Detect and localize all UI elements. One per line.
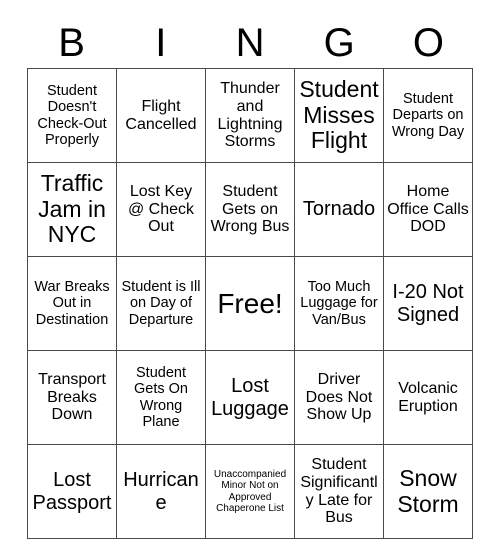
header-letter-n: N <box>235 21 265 65</box>
bingo-cell[interactable]: Student Gets on Wrong Bus <box>205 162 295 257</box>
bingo-cell[interactable]: Flight Cancelled <box>116 68 206 163</box>
bingo-cell[interactable]: Lost Luggage <box>205 350 295 445</box>
bingo-cell[interactable]: Thunder and Lightning Storms <box>205 68 295 163</box>
bingo-cell[interactable]: I-20 Not Signed <box>383 256 473 351</box>
bingo-cell[interactable]: Student Significantly Late for Bus <box>294 444 384 539</box>
bingo-row: Lost Passport Hurricane Unaccompanied Mi… <box>27 444 473 539</box>
bingo-cell[interactable]: Too Much Luggage for Van/Bus <box>294 256 384 351</box>
bingo-card: B I N G O Student Doesn't Check-Out Prop… <box>0 0 500 544</box>
bingo-cell[interactable]: Student Gets On Wrong Plane <box>116 350 206 445</box>
bingo-cell[interactable]: Hurricane <box>116 444 206 539</box>
bingo-cell[interactable]: Student is Ill on Day of Departure <box>116 256 206 351</box>
bingo-cell[interactable]: Unaccompanied Minor Not on Approved Chap… <box>205 444 295 539</box>
bingo-cell[interactable]: Lost Key @ Check Out <box>116 162 206 257</box>
bingo-cell[interactable]: Student Doesn't Check-Out Properly <box>27 68 117 163</box>
header-letter-b: B <box>58 21 85 65</box>
bingo-cell[interactable]: Driver Does Not Show Up <box>294 350 384 445</box>
bingo-row: War Breaks Out in Destination Student is… <box>27 256 473 351</box>
bingo-row: Student Doesn't Check-Out Properly Fligh… <box>27 68 473 163</box>
bingo-row: Traffic Jam in NYC Lost Key @ Check Out … <box>27 162 473 257</box>
header-letter-g: G <box>323 21 355 65</box>
bingo-header-row: B I N G O <box>27 18 473 68</box>
bingo-cell[interactable]: Snow Storm <box>383 444 473 539</box>
bingo-cell[interactable]: Transport Breaks Down <box>27 350 117 445</box>
header-letter-i: I <box>155 21 167 65</box>
bingo-cell[interactable]: Volcanic Eruption <box>383 350 473 445</box>
header-letter-o: O <box>412 21 444 65</box>
bingo-row: Transport Breaks Down Student Gets On Wr… <box>27 350 473 445</box>
bingo-cell[interactable]: Tornado <box>294 162 384 257</box>
bingo-cell[interactable]: Home Office Calls DOD <box>383 162 473 257</box>
bingo-cell[interactable]: Traffic Jam in NYC <box>27 162 117 257</box>
bingo-cell[interactable]: Student Departs on Wrong Day <box>383 68 473 163</box>
bingo-cell-free[interactable]: Free! <box>205 256 295 351</box>
bingo-cell[interactable]: Student Misses Flight <box>294 68 384 163</box>
bingo-cell[interactable]: War Breaks Out in Destination <box>27 256 117 351</box>
bingo-cell[interactable]: Lost Passport <box>27 444 117 539</box>
bingo-grid: Student Doesn't Check-Out Properly Fligh… <box>27 68 473 539</box>
